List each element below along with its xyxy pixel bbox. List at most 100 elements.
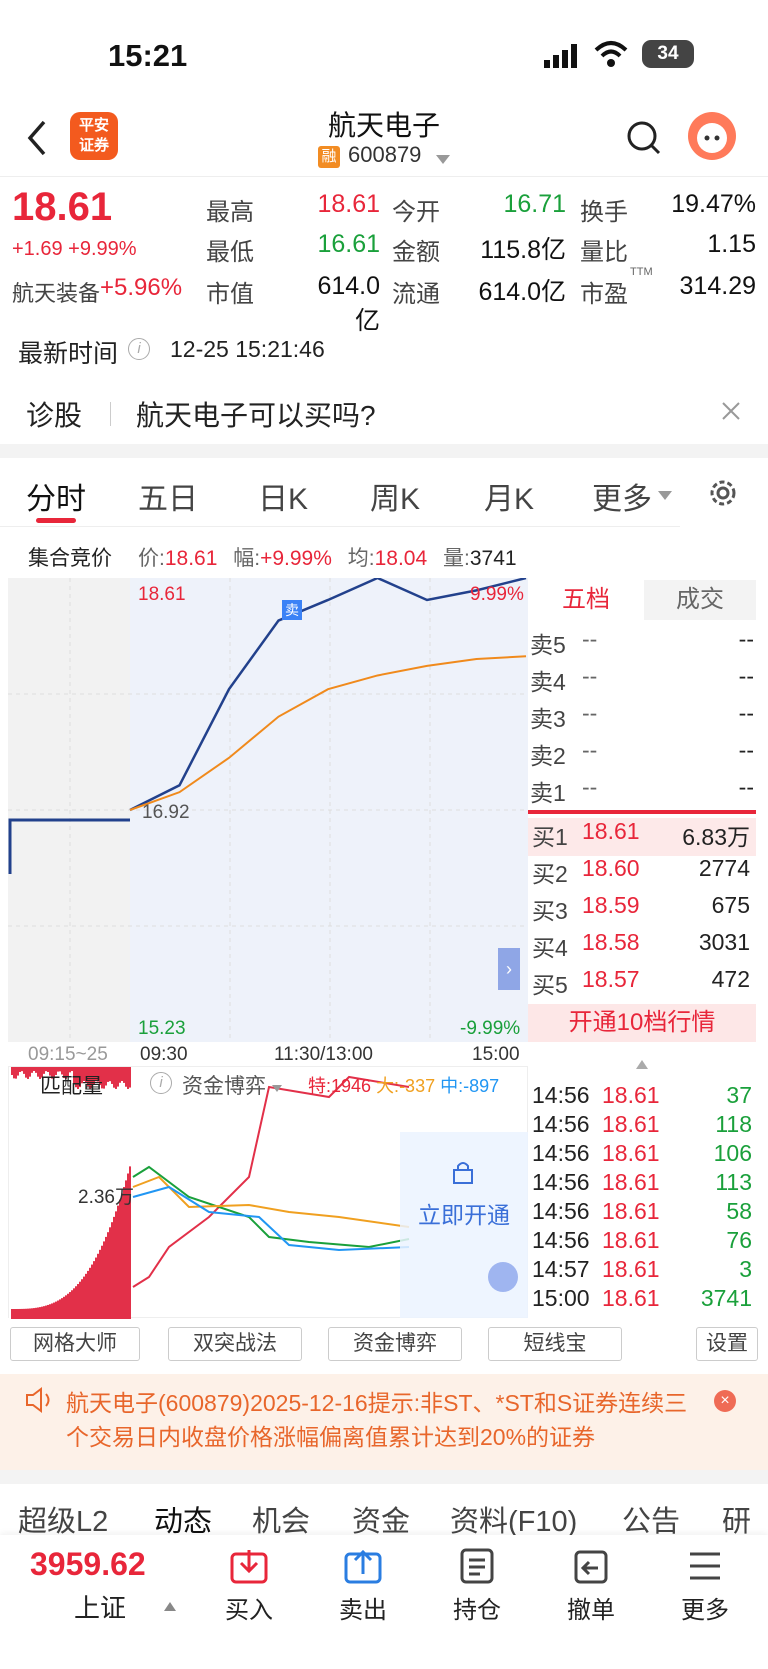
tab-fenshi[interactable]: 分时 — [26, 474, 86, 518]
fund-flow-line — [132, 1075, 410, 1288]
tab-announcement[interactable]: 公告 — [622, 1498, 680, 1540]
match-bar — [81, 1279, 83, 1319]
expand-icon[interactable] — [488, 1262, 518, 1292]
tab-daily-k[interactable]: 日K — [258, 474, 308, 518]
stat-label: 市盈 — [580, 281, 628, 308]
risk-notice[interactable]: 航天电子(600879)2025-12-16提示:非ST、*ST和S证券连续三个… — [0, 1374, 768, 1470]
avatar[interactable] — [688, 112, 736, 160]
index-name[interactable]: 上证 — [74, 1588, 126, 1625]
bid-row[interactable]: 买4 18.58 3031 — [528, 929, 756, 967]
trade-volume: 3741 — [700, 1285, 752, 1311]
trade-volume: 106 — [713, 1140, 752, 1166]
sell-icon — [344, 1549, 382, 1584]
diagnose-label[interactable]: 诊股 — [26, 394, 82, 434]
ask-row[interactable]: 卖4 -- -- — [530, 663, 758, 701]
match-bar — [23, 1308, 25, 1319]
tool-fund-game[interactable]: 资金博弈 — [328, 1327, 462, 1361]
tab-super-l2[interactable]: 超级L2 — [18, 1498, 108, 1540]
more-chevron-icon[interactable] — [658, 488, 672, 506]
unlock-overlay[interactable]: 立即开通 — [400, 1132, 528, 1318]
trade-row: 14:56 18.61 113 — [532, 1169, 754, 1198]
bid-row[interactable]: 买3 18.59 675 — [528, 892, 756, 930]
bid-price: 18.59 — [582, 892, 640, 918]
tab-dynamic[interactable]: 动态 — [154, 1498, 212, 1540]
index-value[interactable]: 3959.62 — [30, 1546, 146, 1583]
sell-button[interactable]: 卖出 — [328, 1548, 398, 1625]
tab-five-levels[interactable]: 五档 — [528, 580, 644, 620]
stat-value: 614.0亿 — [478, 278, 566, 306]
match-bar — [11, 1067, 13, 1075]
unlock-button[interactable]: 立即开通 — [400, 1196, 528, 1230]
stat-label: 今开 — [392, 199, 440, 226]
battery-level: 34 — [657, 43, 679, 64]
expand-panel-icon[interactable]: › — [498, 948, 520, 990]
bid-label: 买5 — [532, 972, 568, 998]
bid-volume: 675 — [711, 892, 750, 918]
fund-flow-line — [132, 1185, 410, 1252]
tab-more[interactable]: 更多 — [592, 474, 652, 518]
tab-monthly-k[interactable]: 月K — [484, 474, 534, 518]
close-icon[interactable] — [720, 400, 742, 422]
info-icon[interactable]: i — [150, 1072, 172, 1094]
bid-price: 18.61 — [582, 818, 640, 844]
status-time: 15:21 — [108, 38, 188, 73]
ask-row[interactable]: 卖5 -- -- — [530, 626, 758, 664]
upgrade-10-levels-button[interactable]: 开通10档行情 — [528, 1004, 756, 1042]
cancel-order-button[interactable]: 撤单 — [556, 1548, 626, 1625]
chevron-down-icon[interactable] — [436, 152, 450, 164]
tab-five-day[interactable]: 五日 — [138, 474, 198, 518]
position-button[interactable]: 持仓 — [442, 1548, 512, 1625]
time-label-auction: 09:15~25 — [28, 1044, 108, 1065]
match-bar — [29, 1308, 31, 1319]
fund-flow-line — [132, 1165, 410, 1249]
ask-row[interactable]: 卖3 -- -- — [530, 700, 758, 738]
chevron-down-icon[interactable] — [272, 1080, 282, 1098]
match-bar — [27, 1308, 29, 1319]
bid-label: 买1 — [532, 824, 568, 850]
trade-volume: 58 — [726, 1198, 752, 1224]
bid-volume: 6.83万 — [682, 824, 750, 850]
stock-code[interactable]: 600879 — [348, 142, 421, 168]
match-bar — [91, 1264, 93, 1319]
bid-row[interactable]: 买2 18.60 2774 — [528, 855, 756, 893]
tool-settings[interactable]: 设置 — [696, 1327, 758, 1361]
tab-f10[interactable]: 资料(F10) — [450, 1498, 577, 1540]
tool-double-breakout[interactable]: 双突战法 — [168, 1327, 302, 1361]
stat-value: 16.71 — [503, 190, 566, 218]
trade-row: 14:57 18.61 3 — [532, 1256, 754, 1285]
gear-icon[interactable] — [706, 476, 740, 510]
bid-row[interactable]: 买5 18.57 472 — [528, 966, 756, 1004]
ask-row[interactable]: 卖1 -- -- — [530, 774, 758, 812]
ask-price: -- — [582, 700, 598, 726]
tool-short-line[interactable]: 短线宝 — [488, 1327, 622, 1361]
stat-value: 1.15 — [707, 230, 756, 258]
match-bar — [27, 1067, 29, 1079]
match-bar — [115, 1211, 117, 1319]
wifi-icon — [594, 40, 628, 68]
diagnose-question[interactable]: 航天电子可以买吗? — [136, 394, 376, 434]
info-icon[interactable]: i — [128, 338, 150, 360]
match-bar — [11, 1309, 13, 1319]
indicator-select[interactable]: 资金博弈 — [182, 1070, 266, 1100]
match-bar — [13, 1308, 15, 1319]
chevron-up-icon[interactable] — [164, 1598, 176, 1616]
tab-funds[interactable]: 资金 — [352, 1498, 410, 1540]
bid-row[interactable]: 买1 18.61 6.83万 — [528, 818, 756, 856]
chart-bottom-price: 15.23 — [138, 1018, 186, 1039]
match-bar — [37, 1307, 39, 1319]
sell-marker[interactable]: 卖 — [282, 600, 302, 620]
sector-name[interactable]: 航天装备 — [12, 276, 100, 308]
chevron-up-icon[interactable] — [636, 1056, 648, 1074]
tab-trades[interactable]: 成交 — [644, 580, 756, 620]
stat-value: 614.0亿 — [317, 272, 380, 335]
search-icon[interactable] — [624, 118, 664, 158]
buy-button[interactable]: 买入 — [214, 1548, 284, 1625]
tab-opportunity[interactable]: 机会 — [252, 1498, 310, 1540]
ask-row[interactable]: 卖2 -- -- — [530, 737, 758, 775]
ttm-sup: TTM — [630, 266, 653, 278]
intraday-chart[interactable]: 18.61 9.99% 16.92 15.23 -9.99% 卖 › — [8, 578, 528, 1042]
close-notice-icon[interactable]: × — [714, 1390, 736, 1412]
tool-grid-master[interactable]: 网格大师 — [10, 1327, 140, 1361]
more-button[interactable]: 更多 — [670, 1548, 740, 1625]
tab-weekly-k[interactable]: 周K — [370, 474, 420, 518]
